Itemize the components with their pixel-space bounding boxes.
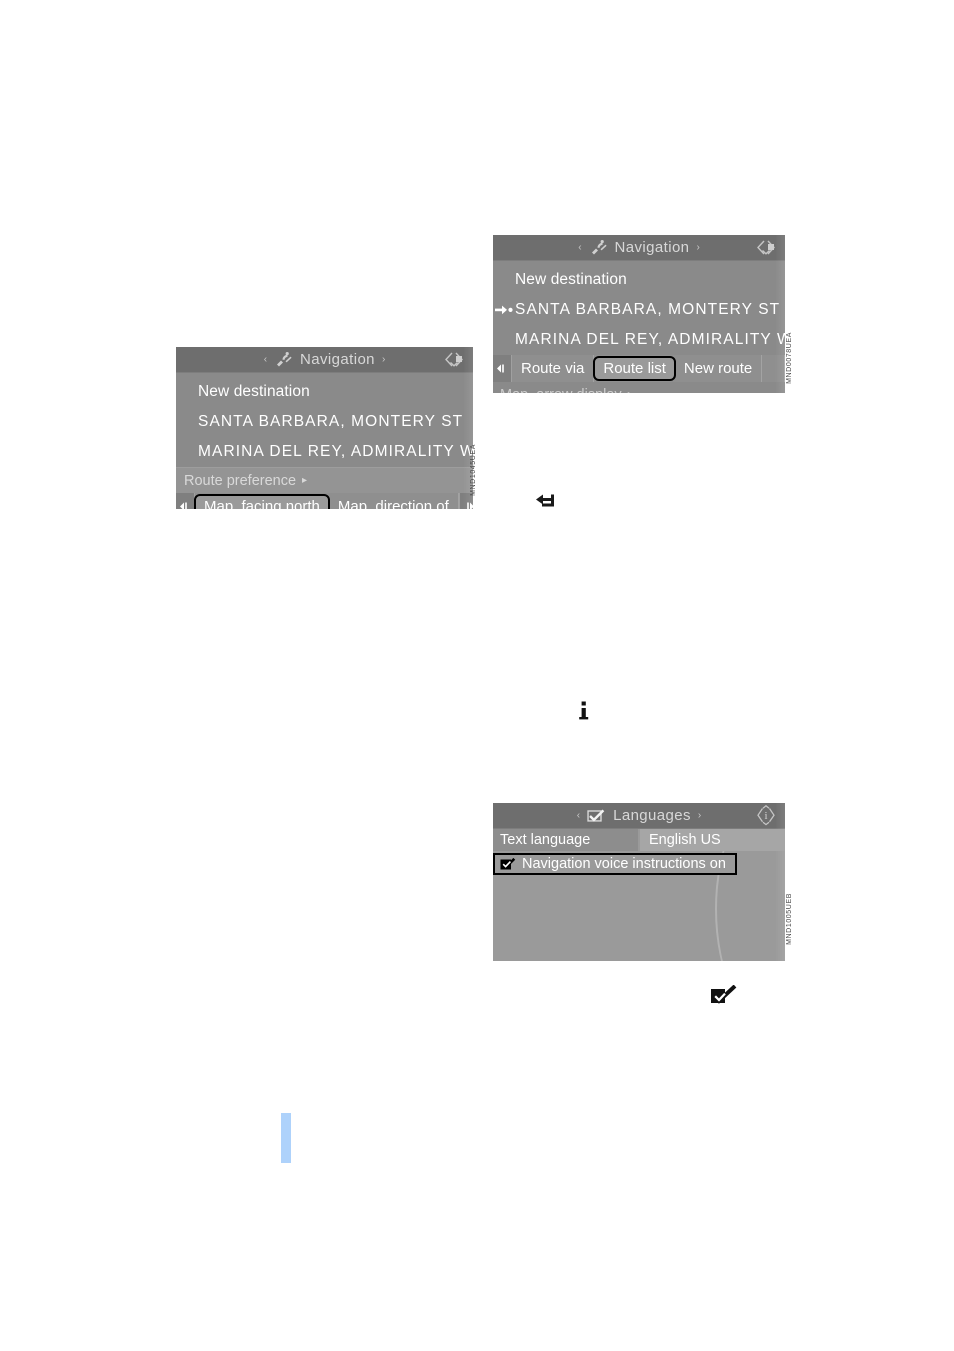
page-title: Navigation	[300, 351, 375, 368]
checkbox-checked-icon	[710, 985, 738, 1007]
back-return-arrow-icon	[536, 492, 562, 512]
list-item[interactable]: SANTA BARBARA, MONTERY ST	[176, 407, 473, 437]
navigation-voice-instructions-label: Navigation voice instructions on	[522, 856, 726, 872]
tab-new-route[interactable]: New route	[675, 355, 763, 382]
list-item[interactable]: MARINA DEL REY, ADMIRALITY W	[176, 437, 473, 467]
list-item-label: MARINA DEL REY, ADMIRALITY W	[198, 443, 473, 460]
titlebar: ‹ Languages › i	[493, 803, 785, 829]
checkbox-checked-icon[interactable]	[500, 857, 516, 871]
tab-map-facing-north[interactable]: Map, facing north	[194, 494, 330, 509]
list-item-label: New destination	[515, 271, 627, 288]
page-title: Languages	[613, 807, 691, 824]
route-preference-label: Route preference	[184, 472, 297, 489]
titlebar: ‹ Navigation ›	[493, 235, 785, 261]
map-compass-icon[interactable]	[751, 237, 781, 259]
map-arrow-display-strip[interactable]: Map, arrow display ▸	[493, 382, 785, 393]
route-destination-list: New destination SANTA BARBARA, MONTERY S…	[493, 261, 785, 355]
list-item[interactable]: SANTA BARBARA, MONTERY ST	[493, 295, 785, 325]
list-item[interactable]: New destination	[493, 265, 785, 295]
tab-route-list[interactable]: Route list	[593, 356, 676, 381]
list-item-label: SANTA BARBARA, MONTERY ST	[515, 301, 781, 318]
tab-label: New route	[683, 360, 753, 377]
tab-map-direction-of-travel[interactable]: Map, direction of	[329, 493, 459, 509]
arrow-dot-marker	[495, 304, 515, 316]
title-next-arrow[interactable]: ›	[382, 354, 385, 365]
titlebar-center: ‹ Languages ›	[577, 807, 702, 824]
languages-body: Text language English US Navigation voic…	[493, 829, 785, 961]
route-preference-strip[interactable]: Route preference ▸	[176, 467, 473, 493]
list-item-label: MARINA DEL REY, ADMIRALITY WA	[515, 331, 785, 348]
figure-code: MND1045UEA	[470, 444, 477, 496]
chevron-right-icon: ▸	[302, 475, 308, 486]
figure-code: MND1005UEB	[786, 893, 793, 945]
page-title: Navigation	[614, 239, 690, 256]
info-letter-icon	[576, 700, 592, 722]
destination-list: New destination SANTA BARBARA, MONTERY S…	[176, 373, 473, 467]
text-language-row[interactable]: Text language English US	[493, 829, 785, 851]
text-language-label: Text language	[493, 829, 638, 851]
map-arrow-display-label: Map, arrow display	[500, 387, 622, 394]
titlebar-center: ‹ Navigation ›	[264, 351, 386, 368]
titlebar-center: ‹ Navigation ›	[578, 239, 700, 256]
route-tabbar: Route via Route list New route	[493, 355, 785, 382]
tab-label: Map, direction of	[337, 498, 449, 509]
figure-code: MND0078UEA	[786, 332, 793, 384]
tab-label: Route list	[603, 360, 666, 377]
tabbar-filler	[762, 355, 785, 382]
margin-highlight-bar	[281, 1113, 291, 1163]
list-item[interactable]: MARINA DEL REY, ADMIRALITY WA	[493, 325, 785, 355]
title-next-arrow[interactable]: ›	[698, 810, 701, 821]
svg-text:i: i	[764, 810, 767, 822]
text-language-value[interactable]: English US	[640, 829, 785, 851]
navigation-map-orientation-screen[interactable]: ‹ Navigation › New destination SANTA BAR…	[176, 347, 473, 509]
tab-label: Map, facing north	[204, 498, 320, 509]
languages-screen[interactable]: ‹ Languages › i Text language English US…	[493, 803, 785, 961]
list-item-label: New destination	[198, 383, 310, 400]
title-prev-arrow[interactable]: ‹	[578, 242, 581, 253]
scroll-left-icon[interactable]	[176, 493, 195, 509]
title-prev-arrow[interactable]: ‹	[264, 354, 267, 365]
scroll-left-icon[interactable]	[493, 355, 512, 382]
title-next-arrow[interactable]: ›	[696, 242, 699, 253]
satellite-dish-icon	[274, 351, 293, 368]
navigation-voice-instructions-row[interactable]: Navigation voice instructions on	[493, 853, 737, 875]
info-compass-icon[interactable]: i	[751, 805, 781, 827]
tab-label: Route via	[521, 360, 585, 377]
map-compass-icon[interactable]	[439, 349, 469, 371]
list-item-label: SANTA BARBARA, MONTERY ST	[198, 413, 464, 430]
satellite-dish-icon	[589, 239, 608, 256]
list-item[interactable]: New destination	[176, 377, 473, 407]
navigation-route-list-screen[interactable]: ‹ Navigation › New destination SANTA BAR…	[493, 235, 785, 393]
map-orientation-tabbar: Map, facing north Map, direction of	[176, 493, 473, 509]
titlebar: ‹ Navigation ›	[176, 347, 473, 373]
title-prev-arrow[interactable]: ‹	[577, 810, 580, 821]
tab-route-via[interactable]: Route via	[512, 355, 595, 382]
checkbox-checked-icon	[587, 807, 606, 824]
chevron-right-icon: ▸	[628, 389, 633, 393]
